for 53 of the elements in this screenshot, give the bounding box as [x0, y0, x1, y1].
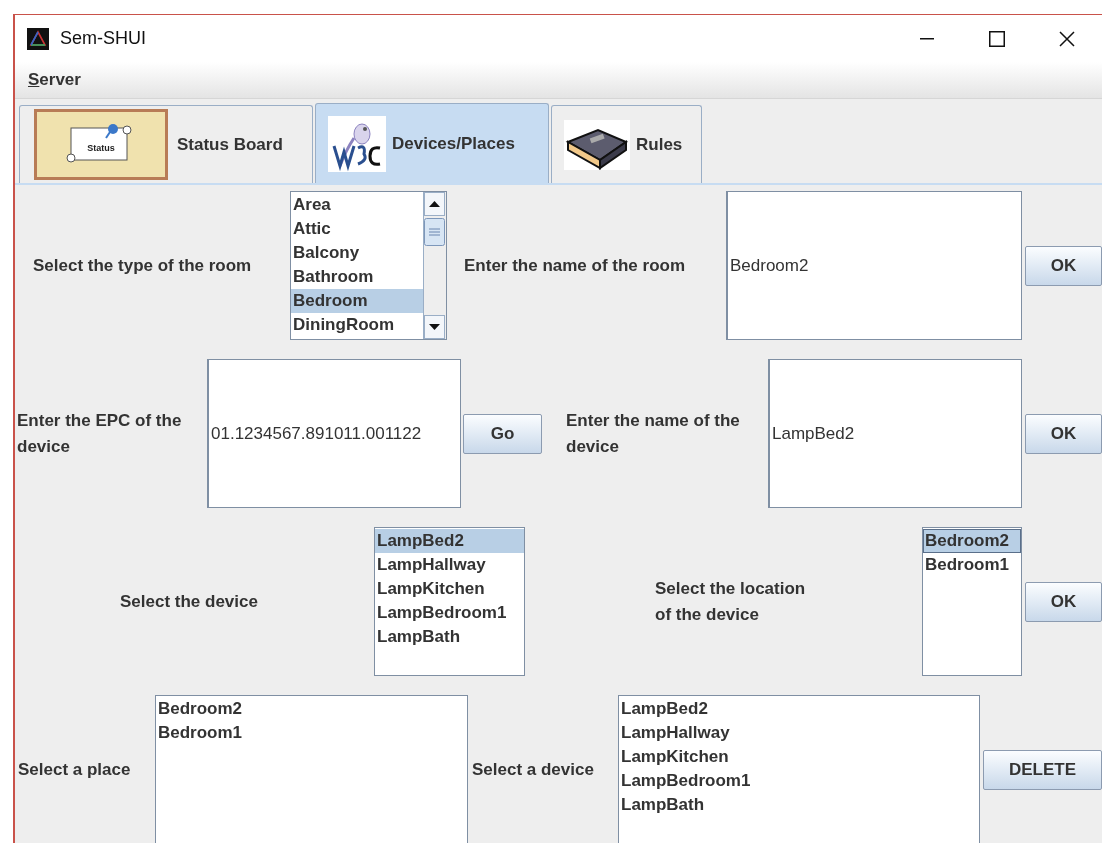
list-item[interactable]: Balcony — [291, 241, 423, 265]
text-field[interactable]: Bedroom2 — [726, 191, 1022, 340]
list-item[interactable]: Bedroom1 — [923, 553, 1021, 577]
list-item[interactable]: Attic — [291, 217, 423, 241]
list-item[interactable]: LampHallway — [619, 721, 979, 745]
list-item[interactable]: LampBed2 — [375, 529, 524, 553]
tab[interactable]: Rules — [551, 105, 702, 183]
icon-label: Status — [87, 142, 115, 153]
text-field[interactable]: 01.1234567.891011.001122 — [207, 359, 461, 508]
close-icon — [1059, 30, 1075, 47]
action-button[interactable]: Go — [463, 413, 542, 454]
list-item[interactable]: LampBedroom1 — [619, 769, 979, 793]
book-icon — [564, 119, 630, 170]
text-field[interactable]: LampBed2 — [768, 359, 1022, 508]
field-label: Select the location of the device — [655, 577, 807, 626]
menu-item[interactable]: Server — [25, 66, 84, 94]
maximize-icon — [989, 30, 1005, 47]
field-label: Select a place — [18, 758, 132, 781]
field-label: Enter the name of the room — [464, 254, 687, 277]
list-item[interactable]: DiningRoom — [291, 313, 423, 337]
list-item[interactable]: LampKitchen — [619, 745, 979, 769]
list-item[interactable]: LampBed2 — [619, 697, 979, 721]
list-item[interactable]: LampBath — [375, 625, 524, 649]
list-item[interactable]: Area — [291, 193, 423, 217]
action-button[interactable]: OK — [1025, 581, 1102, 622]
field-label: Select the device — [120, 590, 259, 613]
list-item[interactable]: LampHallway — [375, 553, 524, 577]
app-logo-icon — [27, 27, 49, 50]
action-button[interactable]: OK — [1025, 245, 1102, 286]
list-item[interactable]: LampBath — [619, 793, 979, 817]
field-label: Select the type of the room — [33, 254, 253, 277]
scroll-drawing — [66, 122, 132, 166]
field-label: Enter the EPC of the device — [17, 409, 183, 458]
scroll-down-button[interactable] — [424, 315, 445, 339]
owl-logo-icon — [328, 115, 386, 172]
scroll-up-button[interactable] — [424, 192, 445, 216]
scrollbar-thumb[interactable] — [424, 218, 445, 246]
field-label: Enter the name of the device — [566, 409, 741, 458]
minimize-icon — [920, 37, 934, 40]
list-item[interactable]: LampKitchen — [375, 577, 524, 601]
tab[interactable]: Devices/Places — [315, 103, 549, 183]
list-item[interactable]: Bathroom — [291, 265, 423, 289]
list-item[interactable]: Bedroom — [291, 289, 423, 313]
list-item[interactable]: Bedroom2 — [923, 529, 1021, 553]
list-item[interactable]: Bedroom1 — [156, 721, 467, 745]
tab[interactable]: Status Status Board — [19, 105, 313, 183]
scrollbar[interactable] — [423, 192, 446, 339]
list-item[interactable]: Bedroom2 — [156, 697, 467, 721]
window-title: Sem-SHUI — [60, 28, 147, 49]
action-button[interactable]: DELETE — [983, 749, 1102, 790]
list-item[interactable]: LampBedroom1 — [375, 601, 524, 625]
action-button[interactable]: OK — [1025, 413, 1102, 454]
field-label: Select a device — [472, 758, 595, 781]
